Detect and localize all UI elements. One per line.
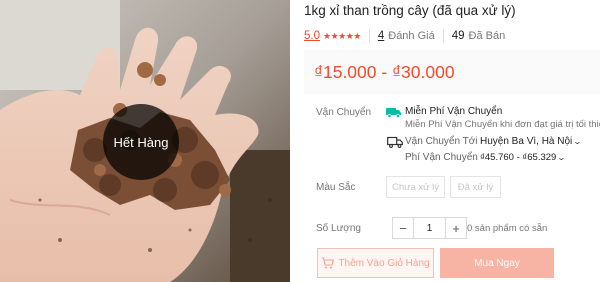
sold-count: 49 [451, 30, 465, 42]
free-shipping-title: Miễn Phí Vận Chuyển [405, 106, 503, 117]
product-info-panel: 1kg xỉ than trồng cây (đã qua xử lý) 5.0… [304, 0, 600, 282]
quantity-label: Số Lượng [316, 223, 361, 234]
quantity-increase-button[interactable]: + [445, 217, 467, 239]
rating-summary: 5.0 ★★★★★ 4 Đánh Giá 49 Đã Bán [304, 29, 505, 43]
reviews-count[interactable]: 4 [378, 30, 384, 42]
free-shipping-icon [386, 108, 401, 118]
reviews-label: Đánh Giá [388, 30, 435, 42]
shipping-fee-selector[interactable]: ₫45.760 - ₫65.329⌄ [480, 152, 567, 163]
add-to-cart-label: Thêm Vào Giỏ Hàng [338, 257, 430, 269]
add-to-cart-button[interactable]: Thêm Vào Giỏ Hàng [317, 248, 434, 278]
truck-icon [387, 136, 403, 148]
free-shipping-note: Miễn Phí Vận Chuyển khi đơn đạt giá trị … [405, 119, 600, 130]
chevron-down-icon: ⌄ [556, 153, 567, 162]
divider [368, 29, 370, 43]
stock-available: 0 sản phẩm có sẵn [467, 223, 548, 234]
product-title: 1kg xỉ than trồng cây (đã qua xử lý) [304, 3, 516, 18]
rating-score[interactable]: 5.0 [304, 30, 320, 42]
rating-stars-icon: ★★★★★ [323, 30, 361, 41]
buy-now-button[interactable]: Mua Ngay [440, 248, 554, 278]
color-label: Màu Sắc [316, 182, 356, 193]
variant-option-treated[interactable]: Đã xử lý [450, 176, 501, 198]
variant-option-untreated[interactable]: Chưa xử lý [386, 176, 445, 198]
ship-to-label: Vận Chuyển Tới [405, 136, 478, 147]
ship-to-selector[interactable]: Huyện Ba Vì, Hà Nội⌄ [480, 136, 583, 147]
shipping-label: Vận Chuyển [316, 107, 372, 118]
quantity-input[interactable]: 1 [414, 217, 445, 239]
quantity-decrease-button[interactable]: − [392, 217, 414, 239]
sold-label: Đã Bán [468, 30, 506, 42]
shipping-fee-label: Phí Vận Chuyển [405, 152, 478, 163]
price-range: ₫15.000 - ₫30.000 [314, 61, 455, 82]
divider [442, 29, 444, 43]
product-image[interactable]: Hết Hàng [0, 0, 290, 282]
shipping-fee-value: ₫45.760 - ₫65.329 [480, 152, 557, 163]
price-section: ₫15.000 - ₫30.000 [304, 50, 600, 94]
sold-out-overlay: Hết Hàng [103, 104, 179, 180]
chevron-down-icon: ⌄ [572, 137, 583, 146]
ship-to-value: Huyện Ba Vì, Hà Nội [480, 136, 573, 147]
cart-icon [321, 257, 335, 269]
